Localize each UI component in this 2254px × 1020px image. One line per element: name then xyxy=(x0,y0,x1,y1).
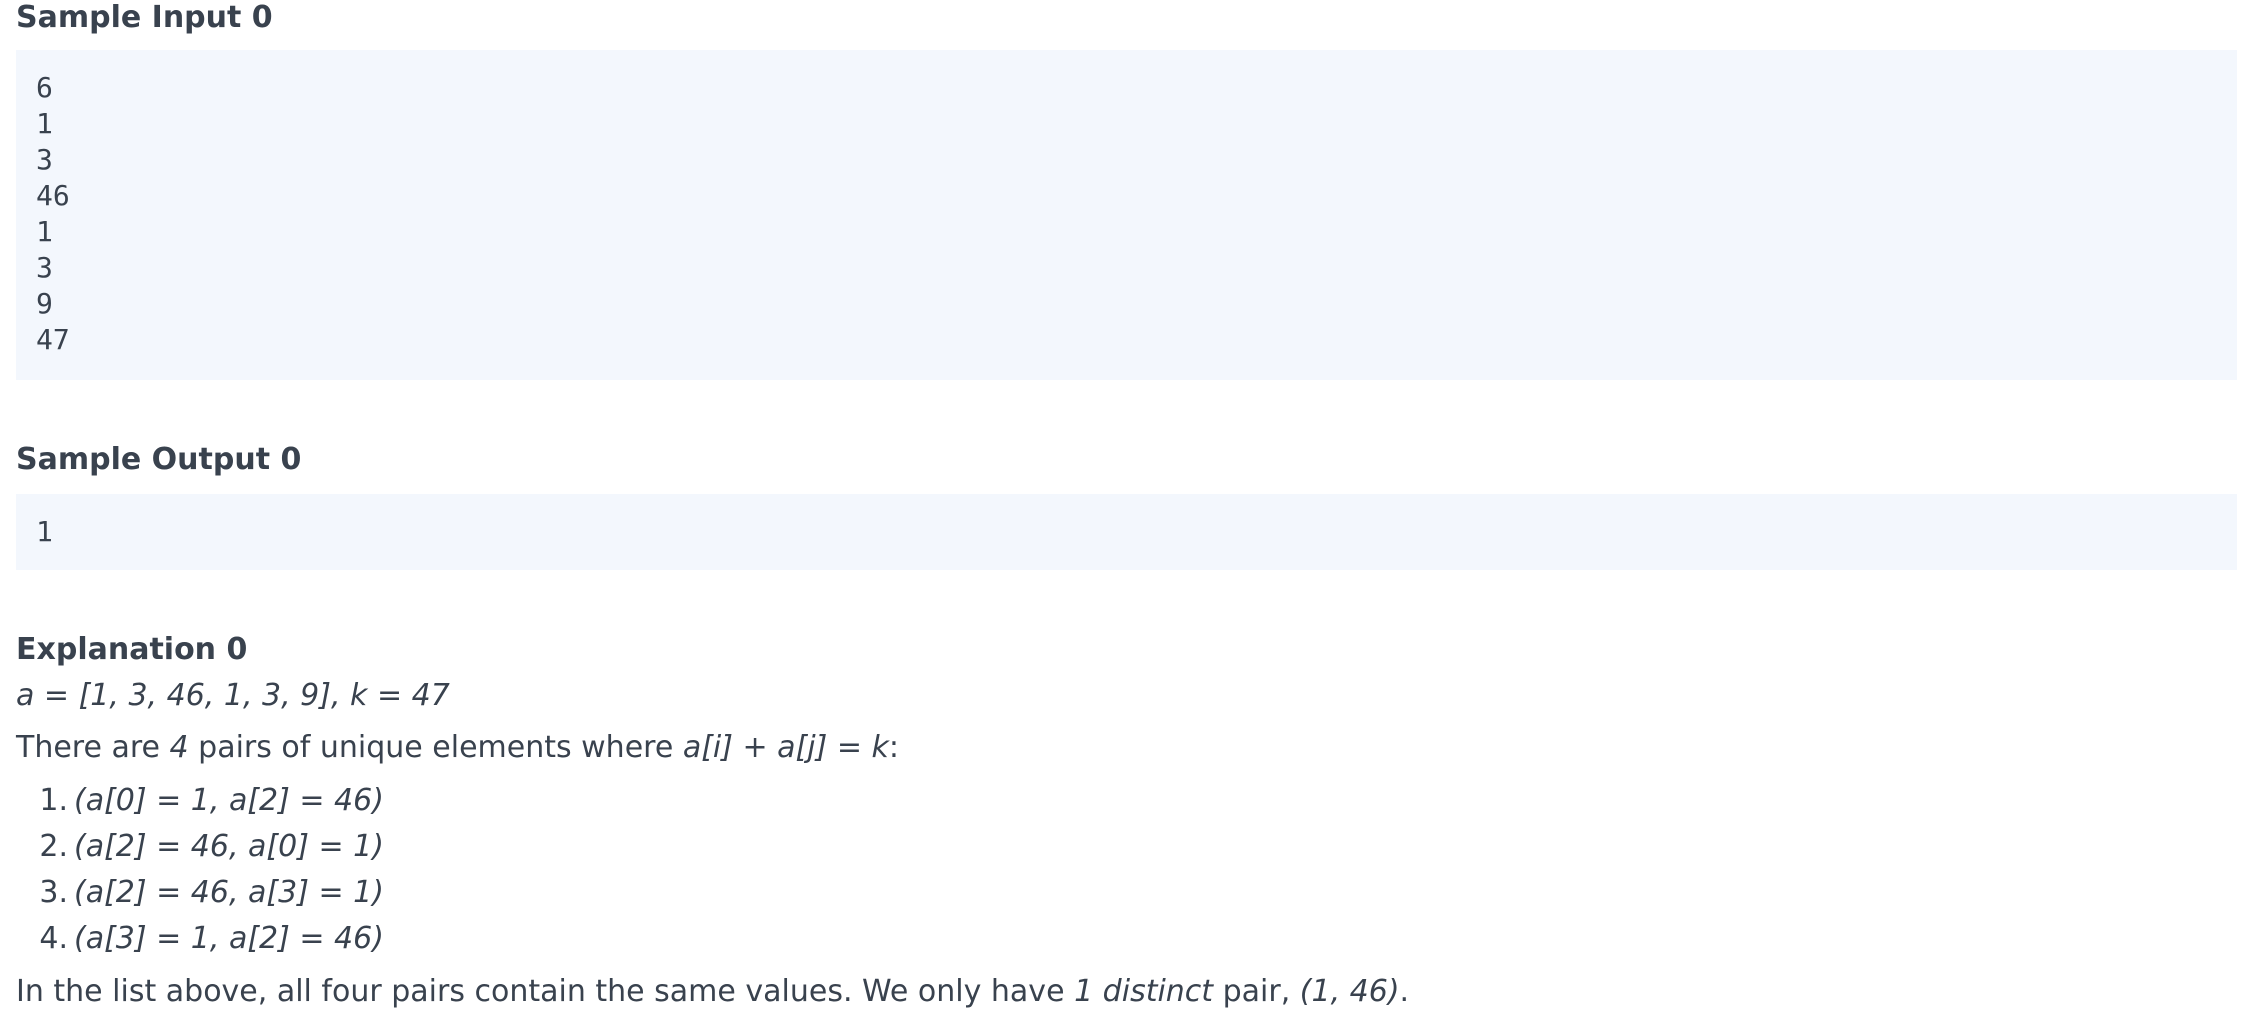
sample-input-line: 47 xyxy=(36,323,70,356)
problem-statement: Sample Input 0 6 1 3 46 1 3 9 47 Sample Output … xyxy=(0,0,2254,1020)
list-item: 3. (a[2] = 46, a[3] = 1) xyxy=(39,875,384,910)
explanation-conclusion: In the list above, all four pairs contai… xyxy=(16,974,1410,1009)
sample-input-line: 1 xyxy=(36,215,53,248)
sample-input-line: 1 xyxy=(36,107,53,140)
pairs-list: 1. (a[0] = 1, a[2] = 46) 2. (a[2] = 46, a[… xyxy=(16,778,384,962)
sample-input-line: 3 xyxy=(36,143,53,176)
explanation-heading: Explanation 0 xyxy=(16,632,248,667)
explanation-formula: a = [1, 3, 46, 1, 3, 9], k = 47 xyxy=(16,678,450,713)
list-item: 4. (a[3] = 1, a[2] = 46) xyxy=(39,921,384,956)
list-item: 1. (a[0] = 1, a[2] = 46) xyxy=(39,783,384,818)
sample-output-box: 1 xyxy=(16,494,2237,570)
sample-input-box: 6 1 3 46 1 3 9 47 xyxy=(16,50,2237,380)
explanation-intro: There are 4 pairs of unique elements whe… xyxy=(16,730,899,765)
sample-input-line: 46 xyxy=(36,179,70,212)
list-item: 2. (a[2] = 46, a[0] = 1) xyxy=(39,829,384,864)
sample-input-line: 6 xyxy=(36,71,53,104)
sample-input-line: 9 xyxy=(36,287,53,320)
sample-output-heading: Sample Output 0 xyxy=(16,442,302,477)
sample-input-heading: Sample Input 0 xyxy=(16,0,273,35)
sample-input-line: 3 xyxy=(36,251,53,284)
sample-output-line: 1 xyxy=(36,515,53,548)
